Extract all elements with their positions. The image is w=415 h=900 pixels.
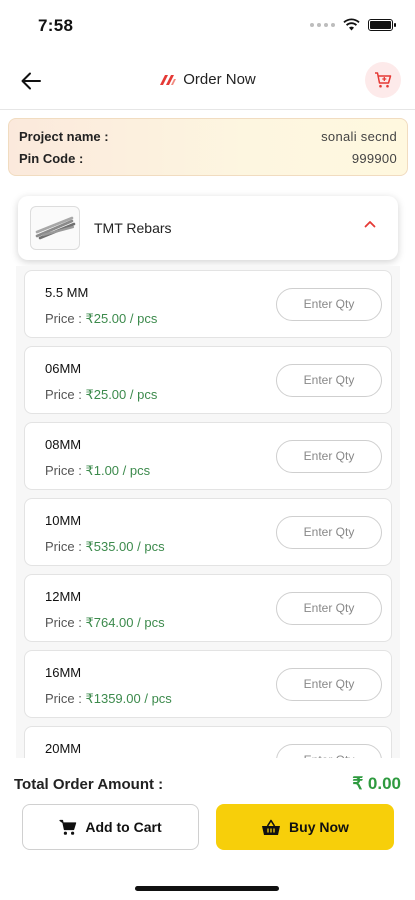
item-size: 12MM [45, 589, 82, 604]
list-item: 10MM Price : ₹535.00 / pcs Enter Qty [24, 498, 392, 566]
list-item: 06MM Price : ₹25.00 / pcs Enter Qty [24, 346, 392, 414]
price-label: Price : [45, 311, 86, 326]
pin-code-value: 999900 [351, 151, 397, 166]
price-label: Price : [45, 691, 86, 706]
signal-icon [310, 22, 335, 27]
quantity-input[interactable]: Enter Qty [276, 440, 382, 473]
item-size: 5.5 MM [45, 285, 89, 300]
quantity-input[interactable]: Enter Qty [276, 668, 382, 701]
item-size: 10MM [45, 513, 82, 528]
page-title: Order Now [183, 71, 256, 88]
add-to-cart-button[interactable]: Add to Cart [22, 804, 199, 850]
product-name: TMT Rebars [94, 220, 172, 236]
cart-button[interactable] [365, 62, 401, 98]
list-item: 08MM Price : ₹1.00 / pcs Enter Qty [24, 422, 392, 490]
price-amount: ₹764.00 / pcs [85, 615, 165, 630]
project-name-value: sonali secnd [321, 129, 397, 144]
item-price: Price : ₹25.00 / pcs [45, 311, 157, 327]
status-icons [310, 18, 396, 31]
chevron-up-icon[interactable] [364, 220, 376, 228]
project-info-card: Project name : sonali secnd Pin Code : 9… [8, 118, 408, 176]
project-name-label: Project name : [19, 129, 109, 144]
project-name-row: Project name : sonali secnd [19, 126, 397, 148]
price-amount: ₹1359.00 / pcs [85, 691, 172, 706]
size-list: 5.5 MM Price : ₹25.00 / pcs Enter Qty 06… [16, 266, 400, 758]
price-amount: ₹25.00 / pcs [85, 311, 158, 326]
total-row: Total Order Amount : ₹ 0.00 [14, 774, 401, 794]
status-time: 7:58 [38, 16, 74, 35]
buy-now-label: Buy Now [289, 819, 349, 835]
list-item: 20MM Enter Qty [24, 726, 392, 758]
app-header: Order Now [0, 52, 415, 110]
price-amount: ₹25.00 / pcs [85, 387, 158, 402]
header-title-group: Order Now [0, 71, 415, 88]
list-item: 16MM Price : ₹1359.00 / pcs Enter Qty [24, 650, 392, 718]
pin-code-label: Pin Code : [19, 151, 84, 166]
cart-plus-icon [375, 72, 392, 88]
item-price: Price : ₹764.00 / pcs [45, 615, 165, 631]
item-price: Price : ₹535.00 / pcs [45, 539, 165, 555]
brand-logo-icon [160, 74, 177, 85]
item-price: Price : ₹1.00 / pcs [45, 463, 150, 479]
item-size: 20MM [45, 741, 82, 756]
buy-now-button[interactable]: Buy Now [216, 804, 394, 850]
basket-icon [262, 819, 281, 835]
quantity-input[interactable]: Enter Qty [276, 364, 382, 397]
item-size: 16MM [45, 665, 82, 680]
price-label: Price : [45, 387, 86, 402]
list-item: 5.5 MM Price : ₹25.00 / pcs Enter Qty [24, 270, 392, 338]
product-thumbnail [30, 206, 80, 250]
pin-code-row: Pin Code : 999900 [19, 148, 397, 170]
product-accordion-header[interactable]: TMT Rebars [18, 196, 398, 260]
price-label: Price : [45, 615, 86, 630]
quantity-input[interactable]: Enter Qty [276, 516, 382, 549]
item-price: Price : ₹1359.00 / pcs [45, 691, 172, 707]
quantity-input[interactable]: Enter Qty [276, 744, 382, 758]
quantity-input[interactable]: Enter Qty [276, 288, 382, 321]
status-bar: 7:58 [0, 0, 415, 50]
battery-icon [368, 18, 396, 31]
price-label: Price : [45, 539, 86, 554]
total-label: Total Order Amount : [14, 775, 164, 793]
price-label: Price : [45, 463, 86, 478]
home-indicator [135, 886, 279, 891]
quantity-input[interactable]: Enter Qty [276, 592, 382, 625]
item-size: 06MM [45, 361, 82, 376]
wifi-icon [343, 18, 360, 31]
price-amount: ₹1.00 / pcs [85, 463, 151, 478]
rebar-icon [35, 216, 76, 240]
list-item: 12MM Price : ₹764.00 / pcs Enter Qty [24, 574, 392, 642]
item-size: 08MM [45, 437, 82, 452]
cart-icon [59, 819, 77, 835]
total-value: ₹ 0.00 [352, 774, 401, 793]
add-to-cart-label: Add to Cart [85, 819, 162, 835]
price-amount: ₹535.00 / pcs [85, 539, 165, 554]
order-footer: Total Order Amount : ₹ 0.00 Add to Cart … [0, 758, 415, 900]
item-price: Price : ₹25.00 / pcs [45, 387, 157, 403]
